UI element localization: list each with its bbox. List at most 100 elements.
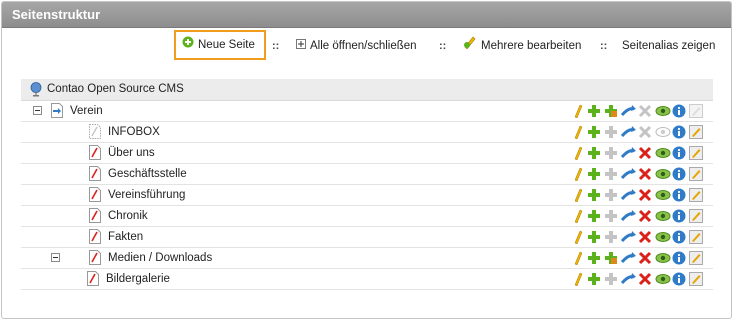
copy-icon[interactable] bbox=[587, 188, 601, 202]
delete-icon[interactable] bbox=[638, 209, 652, 223]
info-icon[interactable] bbox=[672, 125, 686, 139]
new-page-label: Neue Seite bbox=[198, 39, 255, 52]
delete-icon bbox=[638, 125, 652, 139]
toggle-visibility-icon[interactable] bbox=[655, 167, 671, 181]
move-icon[interactable] bbox=[620, 125, 636, 139]
info-icon[interactable] bbox=[672, 167, 686, 181]
info-icon[interactable] bbox=[672, 251, 686, 265]
edit-icon[interactable] bbox=[570, 188, 584, 203]
paste-into-icon bbox=[604, 272, 618, 286]
page-label[interactable]: Geschäftsstelle bbox=[108, 164, 187, 184]
edit-multiple-button[interactable]: Mehrere bearbeiten bbox=[463, 32, 581, 60]
edit-icon[interactable] bbox=[570, 272, 584, 287]
toggle-all-label: Alle öffnen/schließen bbox=[310, 40, 417, 53]
info-icon[interactable] bbox=[672, 230, 686, 244]
row-operations bbox=[570, 186, 703, 204]
toggle-visibility-icon[interactable] bbox=[655, 125, 671, 139]
frontend-preview-icon[interactable] bbox=[689, 272, 703, 286]
frontend-preview-icon[interactable] bbox=[689, 230, 703, 244]
edit-icon[interactable] bbox=[570, 125, 584, 140]
toggle-visibility-icon[interactable] bbox=[655, 188, 671, 202]
edit-icon[interactable] bbox=[570, 230, 584, 245]
info-icon[interactable] bbox=[672, 272, 686, 286]
edit-icon[interactable] bbox=[570, 251, 584, 266]
page-tree: Contao Open Source CMS Verein INFOBOX Über… bbox=[21, 79, 713, 290]
paste-into-icon bbox=[604, 146, 618, 160]
delete-icon[interactable] bbox=[638, 146, 652, 160]
paste-into-icon bbox=[604, 125, 618, 139]
row-operations bbox=[570, 249, 703, 267]
page-label[interactable]: Vereinsführung bbox=[108, 185, 185, 205]
page-label[interactable]: Bildergalerie bbox=[106, 269, 170, 289]
paste-into-icon[interactable] bbox=[604, 104, 618, 118]
root-label: Contao Open Source CMS bbox=[47, 83, 184, 95]
toggle-visibility-icon[interactable] bbox=[655, 209, 671, 223]
info-icon[interactable] bbox=[672, 104, 686, 118]
move-icon[interactable] bbox=[620, 209, 636, 223]
separator: :: bbox=[272, 40, 280, 52]
tree-row: Geschäftsstelle bbox=[21, 164, 713, 185]
delete-icon[interactable] bbox=[638, 272, 652, 286]
info-icon[interactable] bbox=[672, 209, 686, 223]
move-icon[interactable] bbox=[620, 104, 636, 118]
page-label[interactable]: INFOBOX bbox=[108, 122, 160, 142]
toggle-all-button[interactable]: Alle öffnen/schließen bbox=[296, 32, 417, 60]
toggle-visibility-icon[interactable] bbox=[655, 104, 671, 118]
page-structure-panel: Seitenstruktur Neue Seite :: Alle öffnen… bbox=[1, 1, 732, 319]
toggle-visibility-icon[interactable] bbox=[655, 230, 671, 244]
toggle-visibility-icon[interactable] bbox=[655, 272, 671, 286]
paste-into-icon[interactable] bbox=[604, 251, 618, 265]
copy-icon[interactable] bbox=[587, 272, 601, 286]
page-label[interactable]: Über uns bbox=[108, 143, 155, 163]
info-icon[interactable] bbox=[672, 146, 686, 160]
delete-icon[interactable] bbox=[638, 167, 652, 181]
toggle-visibility-icon[interactable] bbox=[655, 251, 671, 265]
panel-title: Seitenstruktur bbox=[2, 2, 731, 28]
frontend-preview-icon[interactable] bbox=[689, 167, 703, 181]
new-page-button[interactable]: Neue Seite bbox=[174, 30, 266, 60]
collapse-toggle-icon[interactable] bbox=[33, 106, 42, 115]
frontend-preview-icon[interactable] bbox=[689, 146, 703, 160]
frontend-preview-icon[interactable] bbox=[689, 188, 703, 202]
edit-icon[interactable] bbox=[570, 104, 584, 119]
frontend-preview-icon[interactable] bbox=[689, 125, 703, 139]
paste-into-icon bbox=[604, 188, 618, 202]
delete-icon[interactable] bbox=[638, 188, 652, 202]
copy-icon[interactable] bbox=[587, 104, 601, 118]
page-label[interactable]: Verein bbox=[70, 101, 103, 121]
move-icon[interactable] bbox=[620, 167, 636, 181]
paste-into-icon bbox=[604, 230, 618, 244]
edit-icon[interactable] bbox=[570, 209, 584, 224]
copy-icon[interactable] bbox=[587, 125, 601, 139]
edit-icon[interactable] bbox=[570, 146, 584, 161]
copy-icon[interactable] bbox=[587, 146, 601, 160]
copy-icon[interactable] bbox=[587, 230, 601, 244]
move-icon[interactable] bbox=[620, 146, 636, 160]
move-icon[interactable] bbox=[620, 272, 636, 286]
tree-row: Chronik bbox=[21, 206, 713, 227]
frontend-preview-icon[interactable] bbox=[689, 251, 703, 265]
copy-icon[interactable] bbox=[587, 209, 601, 223]
info-icon[interactable] bbox=[672, 188, 686, 202]
move-icon[interactable] bbox=[620, 188, 636, 202]
page-label[interactable]: Chronik bbox=[108, 206, 148, 226]
move-icon[interactable] bbox=[620, 230, 636, 244]
move-icon[interactable] bbox=[620, 251, 636, 265]
page-icon bbox=[89, 145, 101, 160]
page-label[interactable]: Fakten bbox=[108, 227, 143, 247]
frontend-preview-icon[interactable] bbox=[689, 209, 703, 223]
edit-icon[interactable] bbox=[570, 167, 584, 182]
row-operations bbox=[570, 270, 703, 288]
hidden-page-icon bbox=[89, 124, 101, 139]
global-operations: Neue Seite :: Alle öffnen/schließen :: M… bbox=[2, 30, 731, 60]
toggle-visibility-icon[interactable] bbox=[655, 146, 671, 160]
page-alias-toggle[interactable]: Seitenalias zeigen bbox=[622, 32, 715, 60]
collapse-toggle-icon[interactable] bbox=[51, 253, 60, 262]
delete-icon[interactable] bbox=[638, 230, 652, 244]
copy-icon[interactable] bbox=[587, 167, 601, 181]
delete-icon[interactable] bbox=[638, 251, 652, 265]
add-circle-icon bbox=[182, 32, 194, 58]
copy-icon[interactable] bbox=[587, 251, 601, 265]
edit-multiple-label: Mehrere bearbeiten bbox=[481, 40, 582, 53]
page-label[interactable]: Medien / Downloads bbox=[108, 248, 212, 268]
